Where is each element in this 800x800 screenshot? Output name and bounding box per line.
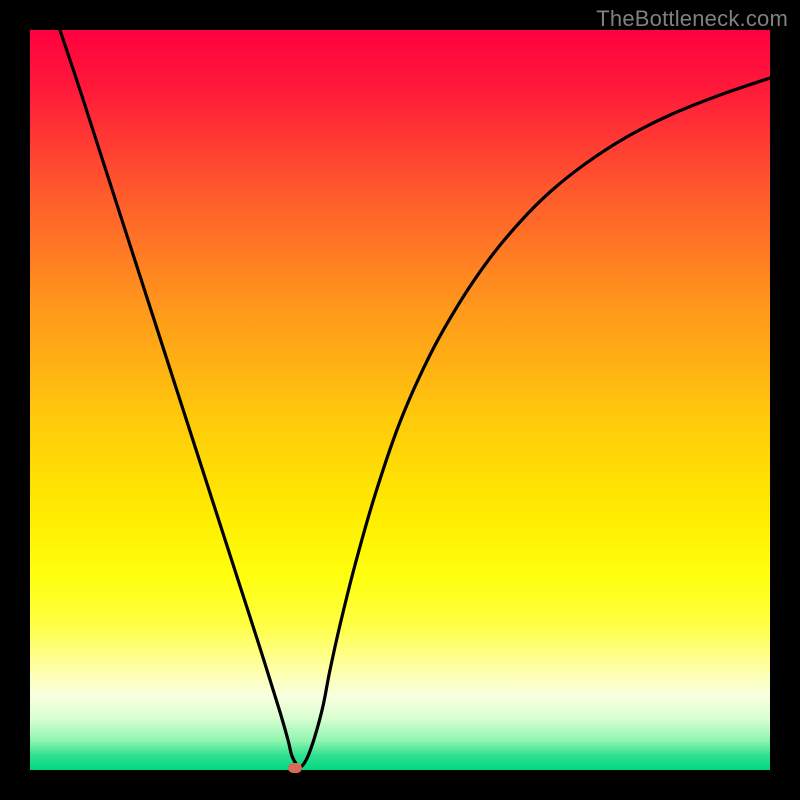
chart-frame: TheBottleneck.com <box>0 0 800 800</box>
optimum-marker <box>288 763 302 773</box>
bottleneck-curve <box>60 30 770 767</box>
curve-svg <box>30 30 770 770</box>
watermark-text: TheBottleneck.com <box>596 6 788 32</box>
plot-area <box>30 30 770 770</box>
